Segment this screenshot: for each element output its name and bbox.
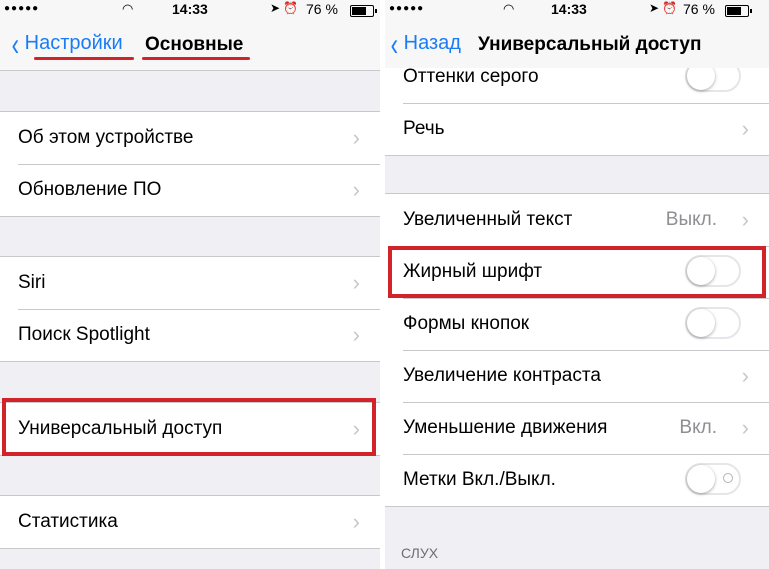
- highlight-box-accessibility: [2, 398, 376, 456]
- settings-group-siri: Siri › Поиск Spotlight ›: [0, 256, 380, 362]
- row-usage[interactable]: Статистика ›: [0, 496, 380, 548]
- row-label: Метки Вкл./Выкл.: [403, 469, 556, 490]
- row-value: Выкл.: [665, 209, 717, 230]
- row-spotlight[interactable]: Поиск Spotlight ›: [0, 309, 380, 361]
- wifi-icon: ◠: [122, 1, 134, 16]
- back-button[interactable]: ‹ Настройки: [10, 25, 123, 62]
- chevron-right-icon: ›: [741, 207, 749, 232]
- location-alarm-icon: ➤ ⏰: [649, 1, 678, 15]
- row-label: Поиск Spotlight: [18, 324, 150, 345]
- chevron-right-icon: ›: [352, 270, 360, 295]
- row-speech[interactable]: Речь ›: [385, 103, 769, 155]
- off-label-icon: [723, 473, 733, 483]
- status-bar: ●●●●● ◠ 14:33 ➤ ⏰ 76 %: [0, 0, 380, 20]
- row-software-update[interactable]: Обновление ПО ›: [0, 164, 380, 216]
- button-shapes-switch[interactable]: [685, 307, 741, 339]
- battery-icon: [725, 5, 752, 17]
- row-label: Обновление ПО: [18, 179, 162, 200]
- row-siri[interactable]: Siri ›: [0, 257, 380, 309]
- row-button-shapes[interactable]: Формы кнопок: [385, 298, 769, 350]
- status-time: 14:33: [172, 1, 208, 17]
- row-label: Формы кнопок: [403, 313, 530, 334]
- row-label: Увеличение контраста: [403, 365, 601, 386]
- nav-bar: ‹ Назад Универсальный доступ: [385, 20, 769, 68]
- on-off-labels-switch[interactable]: [685, 463, 741, 495]
- page-title: Универсальный доступ: [478, 34, 702, 55]
- chevron-right-icon: ›: [352, 125, 360, 150]
- location-alarm-icon: ➤ ⏰: [270, 1, 299, 15]
- battery-percent: 76 %: [306, 1, 338, 17]
- row-label: Уменьшение движения: [403, 417, 608, 438]
- chevron-left-icon: ‹: [390, 25, 399, 62]
- back-label: Назад: [403, 32, 461, 54]
- row-reduce-motion[interactable]: Уменьшение движения Вкл. ›: [385, 402, 769, 454]
- row-label: Siri: [18, 272, 46, 293]
- row-label: Оттенки серого: [403, 66, 539, 87]
- section-header-hearing: СЛУХ: [401, 545, 439, 561]
- chevron-right-icon: ›: [741, 415, 749, 440]
- row-increase-contrast[interactable]: Увеличение контраста ›: [385, 350, 769, 402]
- chevron-right-icon: ›: [352, 177, 360, 202]
- chevron-right-icon: ›: [352, 509, 360, 534]
- row-about-device[interactable]: Об этом устройстве ›: [0, 112, 380, 164]
- page-title: Основные: [145, 34, 244, 55]
- row-label: Статистика: [18, 511, 118, 532]
- highlight-underline-back: [34, 57, 134, 60]
- battery-percent: 76 %: [683, 1, 715, 17]
- back-button[interactable]: ‹ Назад: [389, 25, 461, 62]
- signal-icon: ●●●●●: [4, 3, 40, 14]
- row-value: Вкл.: [679, 417, 717, 438]
- settings-group-usage: Статистика ›: [0, 495, 380, 549]
- wifi-icon: ◠: [503, 1, 515, 16]
- row-on-off-labels[interactable]: Метки Вкл./Выкл.: [385, 454, 769, 506]
- nav-bar: ‹ Настройки Основные: [0, 20, 380, 71]
- row-label: Речь: [403, 118, 445, 139]
- signal-icon: ●●●●●: [389, 3, 425, 14]
- left-screen: ●●●●● ◠ 14:33 ➤ ⏰ 76 % ‹ Настройки Основ…: [0, 0, 380, 569]
- chevron-right-icon: ›: [741, 363, 749, 388]
- battery-icon: [350, 5, 377, 17]
- chevron-right-icon: ›: [352, 322, 360, 347]
- highlight-box-bold-text: [388, 246, 766, 298]
- status-time: 14:33: [551, 1, 587, 17]
- accessibility-group-text: Увеличенный текст Выкл. › Жирный шрифт Ф…: [385, 193, 769, 507]
- status-bar: ●●●●● ◠ 14:33 ➤ ⏰ 76 %: [385, 0, 769, 20]
- back-label: Настройки: [24, 32, 123, 54]
- chevron-left-icon: ‹: [11, 25, 20, 62]
- row-label: Об этом устройстве: [18, 127, 194, 148]
- right-screen: Оттенки серого Речь › ●●●●● ◠ 14:33 ➤ ⏰ …: [385, 0, 769, 569]
- row-larger-text[interactable]: Увеличенный текст Выкл. ›: [385, 194, 769, 246]
- row-label: Увеличенный текст: [403, 209, 573, 230]
- highlight-underline-title: [142, 57, 250, 60]
- settings-group-about: Об этом устройстве › Обновление ПО ›: [0, 111, 380, 217]
- chevron-right-icon: ›: [741, 116, 749, 141]
